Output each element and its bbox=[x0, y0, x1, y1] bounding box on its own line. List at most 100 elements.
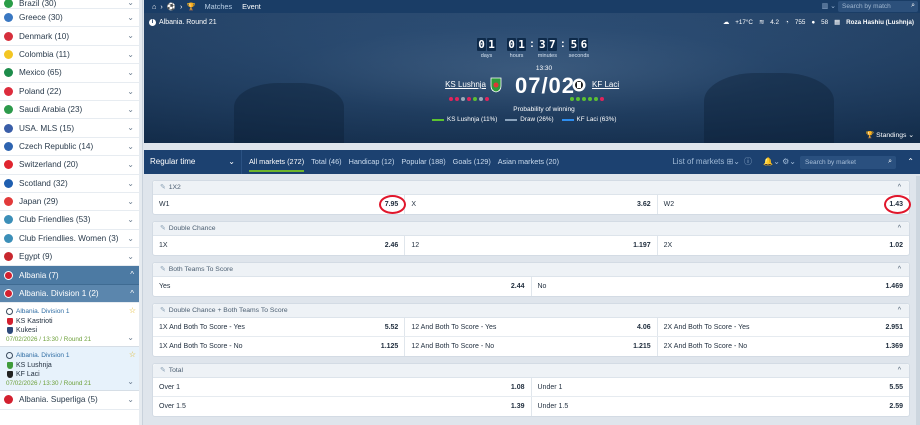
odds-cell[interactable]: 1X And Both To Score - Yes 5.52 bbox=[153, 318, 406, 336]
chevron-down-icon[interactable]: ⌄ bbox=[127, 252, 134, 261]
odds-cell[interactable]: No 1.469 bbox=[532, 277, 910, 296]
odds-cell[interactable]: 1X And Both To Score - No 1.125 bbox=[153, 337, 406, 356]
market-header[interactable]: ✎ Double Chance ^ bbox=[153, 222, 909, 236]
info-icon[interactable]: i bbox=[149, 19, 156, 26]
tab-popular[interactable]: Popular (188) bbox=[401, 150, 445, 174]
odds-cell[interactable]: W1 7.95 bbox=[153, 195, 407, 214]
chevron-down-icon[interactable]: ⌄ bbox=[127, 395, 134, 404]
search-icon[interactable]: ⌕ bbox=[911, 2, 915, 10]
chevron-up-icon[interactable]: ^ bbox=[130, 270, 134, 279]
odds-cell[interactable]: X 3.62 bbox=[405, 195, 658, 214]
market-header[interactable]: ✎ Double Chance + Both Teams To Score ^ bbox=[153, 304, 909, 318]
sidebar-country-item[interactable]: Switzerland (20) ⌄ bbox=[0, 156, 142, 175]
odds-cell[interactable]: Under 1 5.55 bbox=[532, 378, 910, 396]
period-select[interactable]: Regular time ⌄ bbox=[144, 150, 242, 174]
chevron-down-icon[interactable]: ⌄ bbox=[127, 179, 134, 188]
match-search-input[interactable]: Search by match ⌕ bbox=[838, 1, 918, 12]
sidebar-country-item[interactable]: Mexico (65) ⌄ bbox=[0, 64, 142, 83]
odds-cell[interactable]: 12 And Both To Score - No 1.215 bbox=[405, 337, 658, 356]
pin-icon[interactable]: ✎ bbox=[160, 184, 166, 191]
chevron-down-icon[interactable]: ⌄ bbox=[127, 0, 134, 7]
sidebar-country-item[interactable]: Egypt (9) ⌄ bbox=[0, 248, 142, 267]
odds-cell[interactable]: Over 1 1.08 bbox=[153, 378, 532, 396]
odds-cell[interactable]: Over 1.5 1.39 bbox=[153, 397, 532, 416]
pin-icon[interactable]: ✎ bbox=[160, 266, 166, 273]
tab-handicap[interactable]: Handicap (12) bbox=[349, 150, 395, 174]
odds-cell[interactable]: 2X And Both To Score - Yes 2.951 bbox=[658, 318, 909, 336]
chevron-up-icon[interactable]: ^ bbox=[898, 304, 901, 318]
market-header[interactable]: ✎ 1X2 ^ bbox=[153, 181, 909, 195]
market-header[interactable]: ✎ Both Teams To Score ^ bbox=[153, 263, 909, 277]
match-card-lushnja-laci[interactable]: Albania. Division 1 KS Lushnja KF Laci 0… bbox=[0, 347, 142, 392]
chevron-down-icon[interactable]: ⌄ bbox=[127, 123, 134, 132]
main-scrollbar[interactable] bbox=[916, 176, 920, 425]
chart-filter-icon[interactable]: ▥ ⌄ bbox=[822, 2, 836, 10]
sidebar-country-item[interactable]: Club Friendlies. Women (3) ⌄ bbox=[0, 229, 142, 249]
sidebar-country-item[interactable]: USA. MLS (15) ⌄ bbox=[0, 119, 142, 138]
chevron-down-icon[interactable]: ⌄ bbox=[127, 31, 134, 40]
sidebar-item-albania[interactable]: Albania (7) ^ bbox=[0, 266, 142, 285]
star-icon[interactable]: ☆ bbox=[129, 306, 136, 315]
sidebar-country-item[interactable]: Japan (29) ⌄ bbox=[0, 192, 142, 212]
match-card-kastrioti-kukesi[interactable]: Albania. Division 1 KS Kastrioti Kukesi … bbox=[0, 303, 142, 348]
pin-icon[interactable]: ✎ bbox=[160, 367, 166, 374]
bell-icon[interactable]: 🔔⌄ bbox=[763, 150, 780, 174]
chevron-up-icon[interactable]: ^ bbox=[898, 263, 901, 277]
sidebar-country-item[interactable]: Colombia (11) ⌄ bbox=[0, 45, 142, 65]
info-icon[interactable]: ⓘ bbox=[744, 150, 752, 174]
list-of-markets-button[interactable]: List of markets ⊞⌄ bbox=[672, 150, 740, 174]
chevron-down-icon[interactable]: ⌄ bbox=[127, 142, 134, 151]
star-icon[interactable]: ☆ bbox=[129, 350, 136, 359]
chevron-down-icon[interactable]: ⌄ bbox=[127, 215, 134, 224]
chevron-down-icon[interactable]: ⌄ bbox=[127, 68, 134, 77]
chevron-down-icon[interactable]: ⌄ bbox=[127, 377, 134, 386]
sidebar-country-item[interactable]: Greece (30) ⌄ bbox=[0, 9, 142, 28]
home-team-link[interactable]: KS Lushnja bbox=[430, 80, 486, 89]
sidebar-country-item[interactable]: Club Friendlies (53) ⌄ bbox=[0, 211, 142, 230]
chevron-down-icon[interactable]: ⌄ bbox=[127, 105, 134, 114]
chevron-up-icon[interactable]: ^ bbox=[130, 289, 134, 298]
sidebar-country-item[interactable]: Denmark (10) ⌄ bbox=[0, 27, 142, 46]
odds-cell[interactable]: Yes 2.44 bbox=[153, 277, 532, 296]
sidebar-country-item[interactable]: Scotland (32) ⌄ bbox=[0, 174, 142, 193]
sidebar-country-item[interactable]: Czech Republic (14) ⌄ bbox=[0, 137, 142, 157]
chevron-up-icon[interactable]: ^ bbox=[898, 222, 901, 236]
breadcrumb[interactable]: ⌂ › ⚽ › 🏆 bbox=[152, 2, 197, 11]
chevron-down-icon[interactable]: ⌄ bbox=[127, 234, 134, 243]
market-search-input[interactable]: Search by market ⌕ bbox=[800, 156, 896, 169]
chevron-down-icon[interactable]: ⌄ bbox=[127, 160, 134, 169]
sidebar-item-albania-superliga[interactable]: Albania. Superliga (5) ⌄ bbox=[0, 391, 142, 410]
chevron-up-icon[interactable]: ^ bbox=[898, 364, 901, 378]
odds-cell[interactable]: 1X 2.46 bbox=[153, 236, 406, 255]
chevron-down-icon[interactable]: ⌄ bbox=[127, 197, 134, 206]
odds-cell[interactable]: 2X 1.02 bbox=[658, 236, 909, 255]
sidebar-country-item[interactable]: Brazil (30) ⌄ bbox=[0, 0, 142, 9]
tab-matches[interactable]: Matches bbox=[205, 2, 233, 11]
pin-icon[interactable]: ✎ bbox=[160, 225, 166, 232]
collapse-icon[interactable]: ⌃ bbox=[907, 150, 914, 174]
odds-cell[interactable]: 12 And Both To Score - Yes 4.06 bbox=[405, 318, 658, 336]
chevron-up-icon[interactable]: ^ bbox=[898, 181, 901, 195]
tab-asian-markets[interactable]: Asian markets (20) bbox=[498, 150, 559, 174]
chevron-down-icon[interactable]: ⌄ bbox=[127, 50, 134, 59]
tab-all-markets[interactable]: All markets (272) bbox=[249, 150, 305, 174]
search-icon[interactable]: ⌕ bbox=[888, 158, 892, 166]
chevron-down-icon[interactable]: ⌄ bbox=[127, 333, 134, 342]
tab-event[interactable]: Event bbox=[242, 2, 261, 11]
odds-cell[interactable]: Under 1.5 2.59 bbox=[532, 397, 910, 416]
odds-cell[interactable]: W2 1.43 bbox=[658, 195, 911, 214]
odds-cell[interactable]: 2X And Both To Score - No 1.369 bbox=[658, 337, 909, 356]
sidebar-country-item[interactable]: Saudi Arabia (23) ⌄ bbox=[0, 100, 142, 120]
pin-icon[interactable]: ✎ bbox=[160, 307, 166, 314]
tab-total[interactable]: Total (46) bbox=[311, 150, 341, 174]
tab-goals[interactable]: Goals (129) bbox=[453, 150, 491, 174]
odds-cell[interactable]: 12 1.197 bbox=[405, 236, 658, 255]
standings-button[interactable]: 🏆 Standings ⌄ bbox=[866, 131, 914, 139]
sidebar-item-albania-division-1[interactable]: Albania. Division 1 (2) ^ bbox=[0, 284, 142, 304]
sidebar-country-item[interactable]: Poland (22) ⌄ bbox=[0, 82, 142, 101]
market-header[interactable]: ✎ Total ^ bbox=[153, 364, 909, 378]
chevron-down-icon[interactable]: ⌄ bbox=[127, 87, 134, 96]
sidebar-scrollbar[interactable] bbox=[139, 0, 142, 425]
gear-icon[interactable]: ⚙⌄ bbox=[782, 150, 796, 174]
chevron-down-icon[interactable]: ⌄ bbox=[127, 13, 134, 22]
